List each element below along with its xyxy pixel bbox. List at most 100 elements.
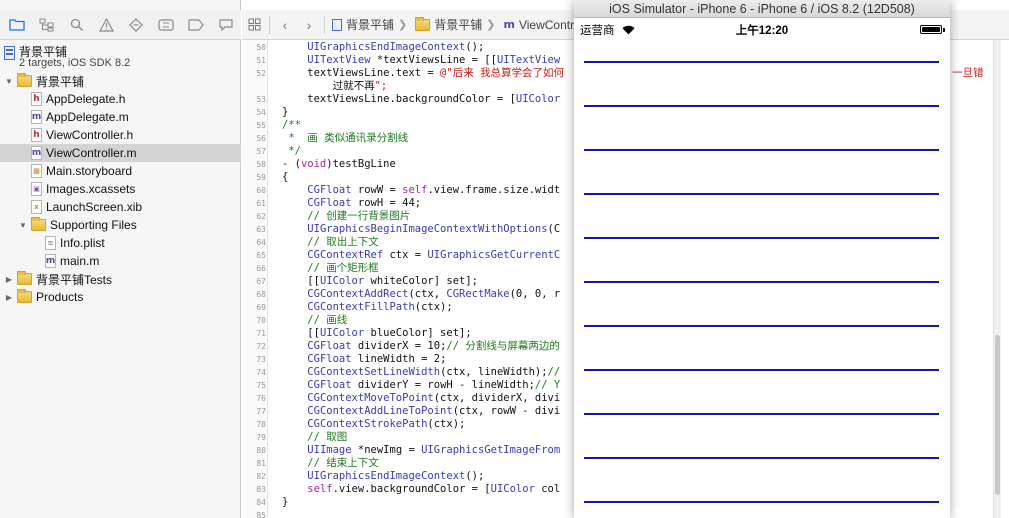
line-number: 54	[256, 108, 266, 117]
code-text: // 画个矩形框	[282, 262, 379, 274]
xib-file-icon: x	[31, 200, 42, 214]
row-divider-line	[584, 149, 939, 151]
line-number: 73	[256, 355, 266, 364]
project-subtitle: 2 targets, iOS SDK 8.2	[19, 57, 131, 69]
tree-item[interactable]: ≡ Info.plist	[0, 234, 241, 252]
tree-item[interactable]: m ViewController.m	[0, 144, 241, 162]
line-number: 79	[256, 433, 266, 442]
project-root-item[interactable]: 背景平铺 2 targets, iOS SDK 8.2	[0, 42, 241, 72]
code-text: CGContextStrokePath(ctx);	[307, 418, 466, 430]
tree-item-label: 背景平铺Tests	[36, 272, 113, 287]
line-number: 52	[256, 69, 266, 78]
line-number: 82	[256, 472, 266, 481]
project-file-icon	[332, 18, 342, 31]
tree-item[interactable]: ▼ 背景平铺	[0, 72, 241, 90]
code-text: */	[282, 145, 301, 157]
forward-arrow-icon[interactable]: ›	[297, 13, 321, 37]
code-text: [[UIColor whiteColor] set];	[282, 275, 478, 287]
row-divider-line	[584, 413, 939, 415]
line-number: 76	[256, 394, 266, 403]
code-text: CGFloat rowH = 44;	[307, 197, 422, 209]
hierarchy-icon[interactable]	[32, 13, 62, 37]
header-file-icon: h	[31, 128, 42, 142]
row-divider-line	[584, 325, 939, 327]
related-items-icon[interactable]	[242, 13, 266, 37]
m-file-icon: m	[31, 110, 42, 124]
tree-item-label: Products	[36, 290, 84, 304]
code-text: // 画线	[282, 314, 348, 326]
tree-item-label: AppDelegate.m	[46, 110, 129, 124]
code-text: CGContextAddLineToPoint(ctx, rowW - divi	[307, 405, 561, 417]
disclosure-collapsed-icon[interactable]: ▶	[4, 274, 14, 284]
code-overflow-text: 一旦错	[952, 67, 984, 79]
xcode-project-icon	[4, 46, 15, 60]
tree-item[interactable]: ▦ Main.storyboard	[0, 162, 241, 180]
tree-item[interactable]: ▶ 背景平铺Tests	[0, 270, 241, 288]
folder-icon	[17, 73, 32, 87]
tree-item[interactable]: ▣ Images.xcassets	[0, 180, 241, 198]
report-icon[interactable]	[211, 13, 241, 37]
line-number: 69	[256, 303, 266, 312]
code-text: // 创建一行背景图片	[282, 210, 411, 222]
code-text: CGContextFillPath(ctx);	[307, 301, 453, 313]
tree-item[interactable]: h ViewController.h	[0, 126, 241, 144]
line-number: 75	[256, 381, 266, 390]
row-divider-line	[584, 457, 939, 459]
line-number: 59	[256, 173, 266, 182]
row-divider-line	[584, 193, 939, 195]
code-text: CGContextRef ctx = UIGraphicsGetCurrentC	[307, 249, 561, 261]
line-number: 85	[256, 511, 266, 518]
code-text: }	[282, 106, 289, 118]
code-text: 过就不再";	[282, 80, 388, 92]
tree-item[interactable]: ▶ Products	[0, 288, 241, 306]
disclosure-expanded-icon[interactable]: ▼	[18, 220, 28, 230]
line-number: 74	[256, 368, 266, 377]
warning-icon[interactable]	[92, 13, 122, 37]
m-file-icon: m	[45, 254, 56, 268]
test-diamond-icon[interactable]	[122, 13, 152, 37]
breadcrumb-group[interactable]: 背景平铺	[411, 16, 482, 33]
breadcrumb-label: 背景平铺	[434, 18, 483, 32]
folder-icon[interactable]	[2, 13, 32, 37]
tree-item[interactable]: h AppDelegate.h	[0, 90, 241, 108]
chevron-right-icon: ❯	[486, 19, 496, 31]
code-text: // 结束上下文	[282, 457, 379, 469]
line-number: 60	[256, 186, 266, 195]
code-text: CGFloat lineWidth = 2;	[307, 353, 447, 365]
folder-icon	[31, 217, 46, 231]
breakpoint-icon[interactable]	[181, 13, 211, 37]
tree-item[interactable]: m main.m	[0, 252, 241, 270]
tree-item[interactable]: ▼ Supporting Files	[0, 216, 241, 234]
line-number: 71	[256, 329, 266, 338]
line-number: 63	[256, 225, 266, 234]
chevron-right-icon: ❯	[398, 19, 408, 31]
tree-item[interactable]: m AppDelegate.m	[0, 108, 241, 126]
code-text: UIGraphicsBeginImageContextWithOptions(C	[307, 223, 561, 235]
disclosure-expanded-icon[interactable]: ▼	[4, 76, 14, 86]
tree-item[interactable]: x LaunchScreen.xib	[0, 198, 241, 216]
line-number: 66	[256, 264, 266, 273]
row-divider-line	[584, 61, 939, 63]
header-file-icon: h	[31, 92, 42, 106]
editor-scroll-thumb[interactable]	[995, 335, 1000, 495]
simulator-title-bar[interactable]: iOS Simulator - iPhone 6 - iPhone 6 / iO…	[574, 0, 950, 18]
line-number: 50	[256, 43, 266, 52]
breadcrumb-project[interactable]: 背景平铺	[328, 16, 394, 33]
asset-catalog-icon: ▣	[31, 182, 42, 196]
back-arrow-icon[interactable]: ‹	[273, 13, 297, 37]
disclosure-collapsed-icon[interactable]: ▶	[4, 292, 14, 302]
line-number: 81	[256, 459, 266, 468]
ios-status-bar: 运营商 上午12:20	[574, 19, 950, 39]
search-icon[interactable]	[62, 13, 92, 37]
tree-item-label: LaunchScreen.xib	[46, 200, 143, 214]
line-number: 68	[256, 290, 266, 299]
code-text: [[UIColor blueColor] set];	[282, 327, 472, 339]
row-divider-line	[584, 237, 939, 239]
debug-icon[interactable]	[151, 13, 181, 37]
line-number: 51	[256, 56, 266, 65]
